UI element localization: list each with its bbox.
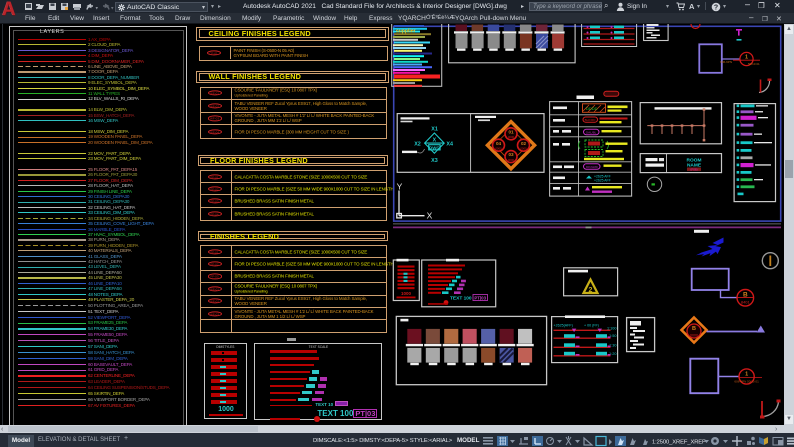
- svg-text:B: B: [743, 291, 748, 298]
- svg-text:0000: 0000: [495, 147, 502, 151]
- svg-text:PT|03: PT|03: [474, 295, 486, 300]
- svg-text:X: X: [427, 211, 433, 221]
- svg-text:?: ?: [714, 4, 718, 11]
- svg-text:8401: 8401: [741, 300, 751, 305]
- svg-text:X4: X4: [446, 141, 453, 147]
- svg-text:0000: 0000: [520, 147, 527, 151]
- svg-text:1: 1: [745, 372, 748, 378]
- svg-text:X3: X3: [431, 158, 438, 164]
- svg-text:BLK/RD: BLK/RD: [585, 118, 597, 122]
- svg-text:04: 04: [496, 141, 502, 146]
- svg-text:▾: ▾: [96, 6, 99, 12]
- svg-text:01: 01: [508, 129, 514, 134]
- svg-text:supplier: supplier: [396, 28, 416, 34]
- svg-text:+ 00 (FF): + 00 (FF): [584, 324, 599, 328]
- svg-text:0000: 0000: [508, 135, 515, 139]
- svg-text:X: X: [433, 138, 437, 144]
- svg-text:DK/GRD: DK/GRD: [586, 165, 599, 169]
- svg-text:1000: 1000: [401, 291, 412, 296]
- svg-text:02: 02: [521, 141, 527, 146]
- svg-text:B: B: [692, 326, 696, 332]
- svg-text:606-9PN: 606-9PN: [720, 60, 732, 64]
- svg-text:1: 1: [745, 55, 748, 61]
- svg-text:50/10 01: 50/10 01: [748, 62, 760, 66]
- svg-text:0000: 0000: [690, 334, 698, 338]
- svg-text:DDDD: DDDD: [586, 106, 598, 111]
- svg-text:X2: X2: [414, 141, 421, 147]
- svg-text:1:2500_XREF_XREF: 1:2500_XREF_XREF: [652, 440, 706, 446]
- svg-text:GAL/BL: GAL/BL: [586, 131, 597, 135]
- svg-text:X1: X1: [431, 127, 438, 133]
- svg-text:606-9PN 50/10 01: 606-9PN 50/10 01: [734, 379, 759, 383]
- svg-text:▾: ▾: [111, 6, 114, 12]
- svg-text:1:100: 1:100: [607, 326, 617, 330]
- svg-text:+2625(AFF): +2625(AFF): [554, 324, 573, 328]
- svg-text:03: 03: [508, 152, 514, 157]
- svg-text:2: 2: [589, 287, 593, 294]
- svg-text:0000: 0000: [508, 158, 515, 162]
- svg-text:+2625 AFF: +2625 AFF: [594, 179, 611, 183]
- svg-text:(F08): (F08): [690, 167, 697, 171]
- svg-text:TEXT 100: TEXT 100: [450, 296, 472, 302]
- svg-text:DWG: DWG: [429, 146, 440, 151]
- svg-text:Y: Y: [397, 182, 403, 192]
